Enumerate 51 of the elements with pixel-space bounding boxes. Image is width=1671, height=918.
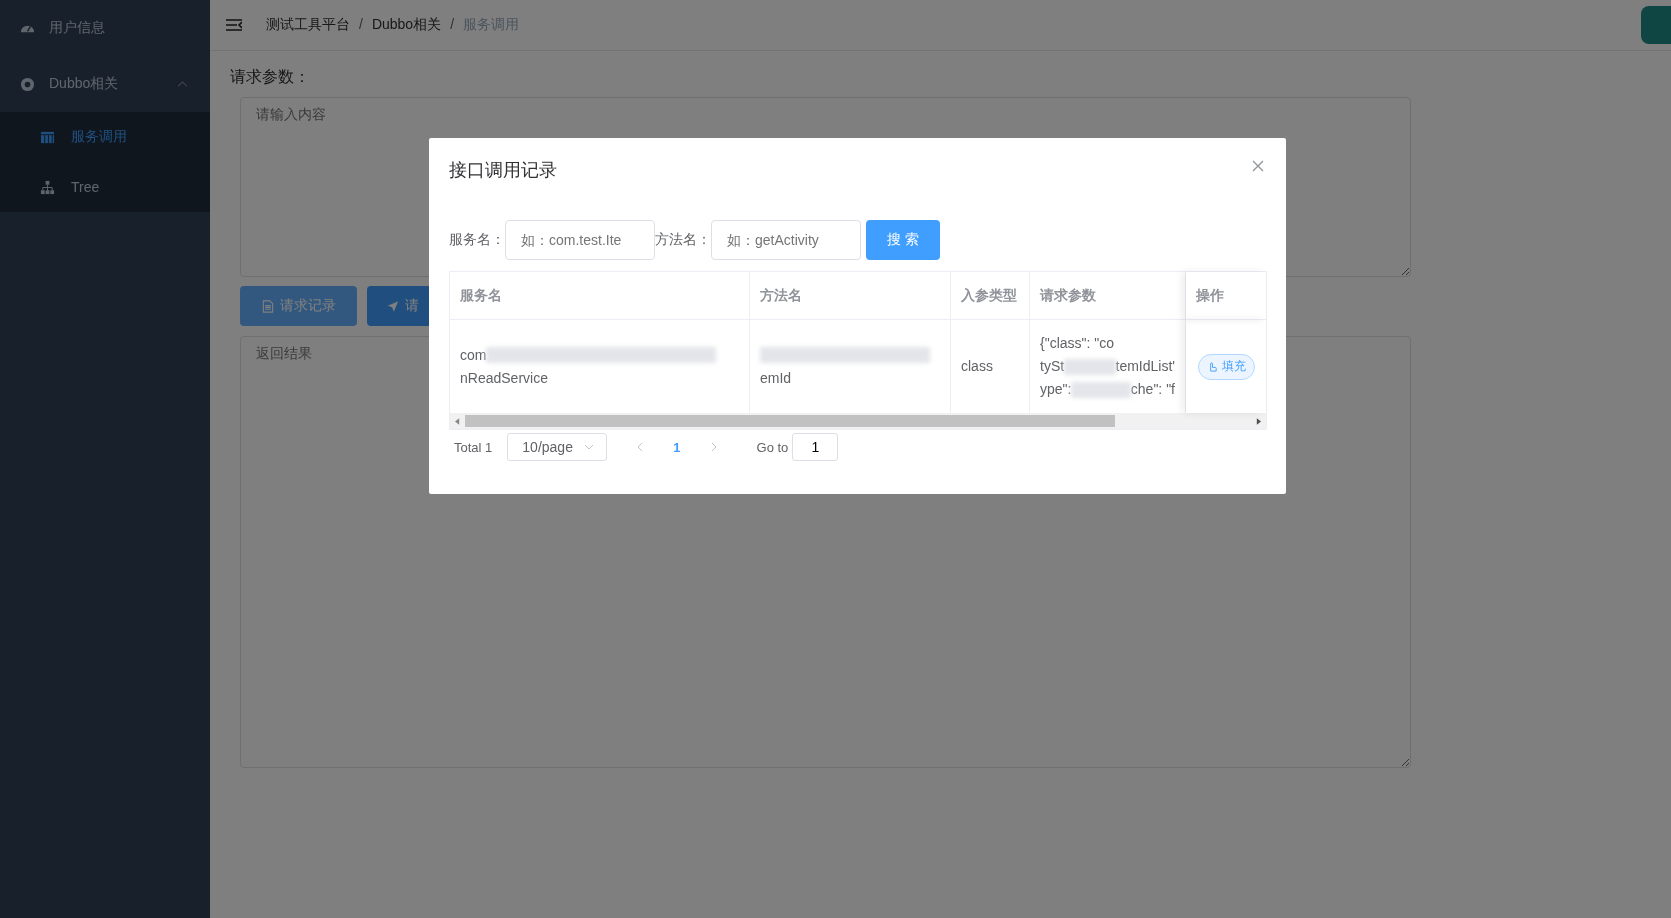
submenu-title[interactable]: Dubbo相关	[0, 56, 210, 112]
search-button[interactable]: 搜 索	[866, 220, 940, 260]
submenu-item[interactable]: 服务调用	[0, 112, 210, 162]
horizontal-scrollbar[interactable]	[450, 413, 1266, 429]
dialog-title: 接口调用记录	[449, 159, 557, 182]
redaction-blur	[1064, 358, 1116, 375]
field-label: 服务名：	[449, 231, 505, 249]
page-size-select[interactable]: 10/page	[507, 433, 608, 461]
submenu-item[interactable]: Tree	[0, 162, 210, 212]
avatar-placeholder[interactable]	[1641, 6, 1671, 44]
cell-text: emId	[760, 368, 792, 388]
table-icon	[40, 129, 55, 145]
next-page-icon[interactable]	[710, 442, 717, 452]
breadcrumb-separator: /	[359, 16, 363, 34]
section-label: 请求参数：	[230, 67, 311, 87]
column-header: 方法名	[750, 272, 951, 320]
page-number[interactable]: 1	[673, 439, 681, 455]
goto-label: Go to	[756, 439, 789, 455]
cell-text: temIdList'	[1115, 357, 1175, 376]
lifebuoy-icon	[20, 76, 35, 92]
search-field[interactable]: 如：getActivity	[711, 220, 861, 260]
search-field[interactable]: 如：com.test.Ite	[505, 220, 655, 260]
scroll-left-icon[interactable]	[455, 417, 460, 425]
scroll-right-icon[interactable]	[1256, 417, 1261, 425]
total-count: Total 1	[454, 439, 493, 455]
chevron-down-icon	[584, 444, 595, 450]
cell-text: che": "f	[1130, 380, 1175, 399]
prev-page-icon[interactable]	[637, 442, 644, 452]
cell-text: nReadService	[460, 368, 548, 388]
cell-text: ype":	[1040, 380, 1072, 399]
document-icon	[261, 299, 274, 313]
paper-plane-icon	[387, 299, 399, 313]
action-button[interactable]: 请求记录	[240, 286, 357, 326]
column-header: 入参类型	[951, 272, 1030, 320]
cell-text: com	[460, 345, 487, 365]
close-icon[interactable]	[1252, 160, 1264, 172]
cell-text: tySt	[1040, 357, 1065, 376]
menu-icon[interactable]	[226, 19, 242, 31]
goto-page-field[interactable]: 1	[792, 433, 839, 461]
breadcrumb-link[interactable]: Dubbo相关	[371, 16, 442, 34]
breadcrumb-separator: /	[450, 16, 455, 34]
column-header: 操作	[1186, 272, 1266, 320]
column-header: 服务名	[450, 272, 750, 320]
field-label: 方法名：	[655, 231, 711, 249]
tree-icon	[40, 179, 55, 195]
redaction-blur	[1071, 381, 1131, 398]
menu-item[interactable]: 用户信息	[0, 0, 210, 56]
breadcrumb-link[interactable]: 测试工具平台	[266, 16, 350, 34]
column-header: 请求参数	[1030, 272, 1186, 320]
fill-button[interactable]: 填充	[1197, 353, 1255, 380]
cell-text: {"class": "co	[1040, 334, 1115, 353]
